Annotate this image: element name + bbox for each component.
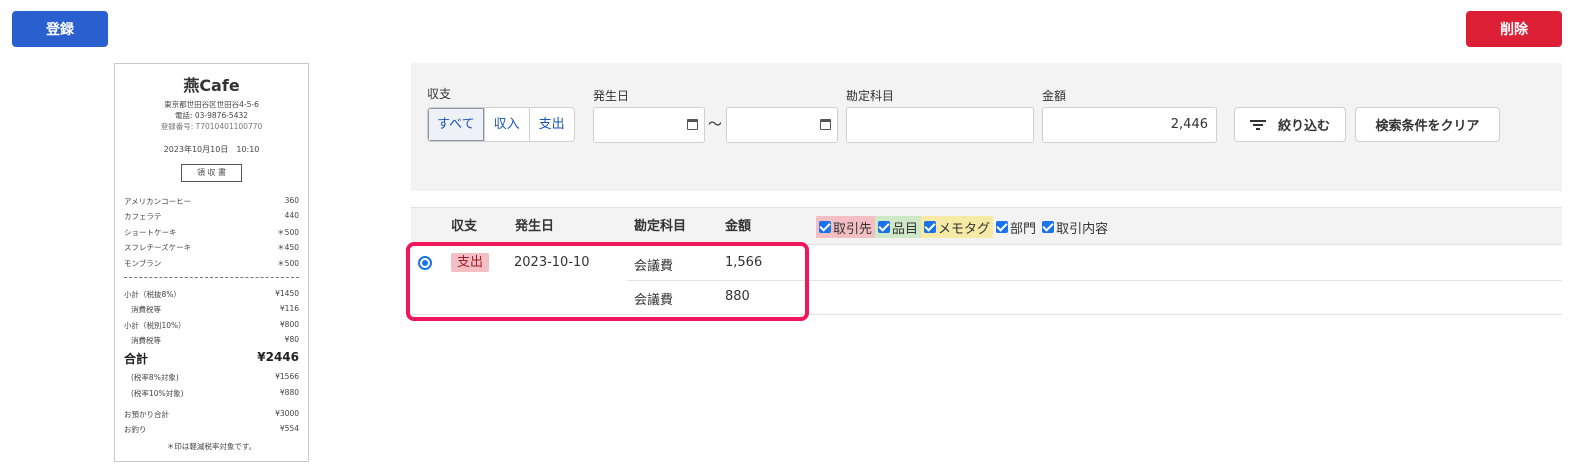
column-header-amount: 金額 bbox=[725, 219, 752, 234]
clear-filter-button[interactable]: 検索条件をクリア bbox=[1355, 107, 1500, 142]
receipt-item: モンブラン ＊500 bbox=[124, 259, 299, 268]
receipt-doc-title: 領 収 書 bbox=[181, 164, 242, 182]
receipt-summary-line: 小計（税別10%） ¥800 bbox=[124, 320, 299, 330]
register-button[interactable]: 登録 bbox=[12, 11, 108, 47]
account-filter-label: 勘定科目 bbox=[846, 89, 895, 103]
amount-filter-label: 金額 bbox=[1042, 89, 1067, 103]
apply-filter-label: 絞り込む bbox=[1277, 118, 1330, 133]
receipt-item: アメリカンコーヒー 360 bbox=[124, 196, 299, 206]
receipt-summary-line: 消費税等 ¥80 bbox=[131, 335, 299, 345]
receipt-total: 合計 ¥2446 bbox=[124, 350, 299, 366]
receipt-item: カフェラテ 440 bbox=[124, 211, 299, 221]
selected-row-highlight bbox=[406, 242, 809, 321]
date-range-separator: ～ bbox=[708, 117, 722, 133]
receipt-registration-number: 登録番号: T7010401100770 bbox=[160, 122, 263, 131]
receipt-tax-line: (税率8%対象) ¥1566 bbox=[131, 372, 299, 382]
calendar-icon[interactable] bbox=[687, 119, 698, 130]
type-option-expense[interactable]: 支出 bbox=[530, 108, 574, 141]
column-header-type: 収支 bbox=[451, 219, 478, 234]
type-option-all[interactable]: すべて bbox=[428, 108, 485, 141]
apply-filter-button[interactable]: 絞り込む bbox=[1234, 107, 1346, 142]
toggle-department[interactable]: 部門 bbox=[993, 216, 1039, 238]
filter-icon bbox=[1249, 119, 1266, 130]
toggle-item[interactable]: 品目 bbox=[875, 216, 922, 238]
receipt-phone: 電話: 03-9876-5432 bbox=[174, 111, 249, 120]
checkbox-icon[interactable] bbox=[1042, 221, 1055, 233]
toggle-transaction-content[interactable]: 取引内容 bbox=[1039, 216, 1111, 238]
type-option-income[interactable]: 収入 bbox=[485, 108, 530, 141]
receipt-address: 東京都世田谷区世田谷4-5-6 bbox=[164, 100, 259, 109]
amount-input-value: 2,446 bbox=[1170, 117, 1208, 132]
receipt-divider bbox=[124, 277, 299, 278]
amount-input[interactable]: 2,446 bbox=[1042, 107, 1217, 143]
receipt-store-info: 東京都世田谷区世田谷4-5-6 電話: 03-9876-5432 登録番号: T… bbox=[115, 99, 308, 132]
column-toggle-group: 取引先 品目 メモタグ 部門 取引内容 bbox=[816, 216, 1111, 238]
receipt-tax-line: (税率10%対象) ¥880 bbox=[131, 388, 299, 398]
receipt-item: スフレチーズケーキ ＊450 bbox=[124, 243, 299, 252]
checkbox-icon[interactable] bbox=[819, 221, 831, 233]
column-header-account: 勘定科目 bbox=[634, 219, 687, 234]
checkbox-icon[interactable] bbox=[924, 221, 937, 233]
receipt-payment-line: お預かり合計 ¥3000 bbox=[124, 409, 299, 419]
toggle-partner[interactable]: 取引先 bbox=[816, 216, 876, 238]
checkbox-icon[interactable] bbox=[878, 221, 891, 233]
column-header-date: 発生日 bbox=[515, 219, 555, 234]
receipt-preview: 燕Cafe 東京都世田谷区世田谷4-5-6 電話: 03-9876-5432 登… bbox=[114, 63, 309, 462]
delete-button[interactable]: 削除 bbox=[1466, 11, 1562, 47]
receipt-item: ショートケーキ ＊500 bbox=[124, 228, 299, 237]
receipt-datetime: 2023年10月10日 10:10 bbox=[163, 145, 260, 154]
calendar-icon[interactable] bbox=[820, 119, 831, 130]
date-filter-label: 発生日 bbox=[593, 89, 630, 103]
type-filter-segmented: すべて 収入 支出 bbox=[427, 107, 575, 142]
type-filter-label: 収支 bbox=[427, 87, 452, 101]
receipt-summary-line: 消費税等 ¥116 bbox=[131, 304, 299, 314]
receipt-summary-line: 小計（税抜8%） ¥1450 bbox=[124, 289, 299, 299]
date-to-input[interactable] bbox=[726, 107, 838, 143]
receipt-payment-line: お釣り ¥554 bbox=[124, 424, 299, 434]
checkbox-icon[interactable] bbox=[996, 221, 1009, 233]
receipt-store-name: 燕Cafe bbox=[183, 76, 240, 95]
receipt-note: ＊印は軽減税率対象です。 bbox=[166, 442, 257, 451]
account-input[interactable] bbox=[846, 107, 1034, 143]
toggle-memo-tag[interactable]: メモタグ bbox=[921, 216, 994, 238]
date-from-input[interactable] bbox=[593, 107, 705, 143]
